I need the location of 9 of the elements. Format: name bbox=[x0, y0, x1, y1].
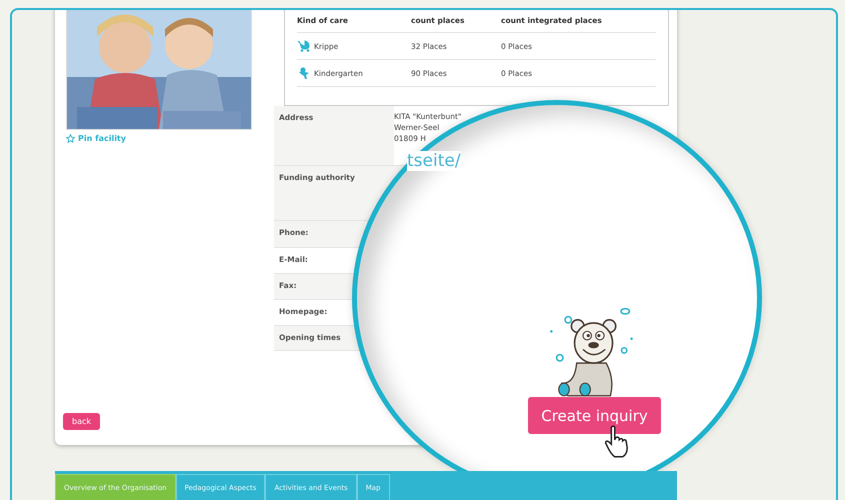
back-button[interactable]: back bbox=[63, 413, 100, 430]
pin-facility-link[interactable]: Pin facility bbox=[66, 134, 126, 143]
link-fragment: tseite/ bbox=[407, 151, 461, 171]
pin-facility-label[interactable]: Pin facility bbox=[78, 134, 126, 143]
pram-icon bbox=[297, 40, 311, 52]
star-icon bbox=[66, 134, 75, 143]
child-icon bbox=[297, 67, 311, 79]
hand-cursor-icon bbox=[603, 425, 631, 459]
create-inquiry-button[interactable]: Create inquiry bbox=[528, 397, 661, 434]
